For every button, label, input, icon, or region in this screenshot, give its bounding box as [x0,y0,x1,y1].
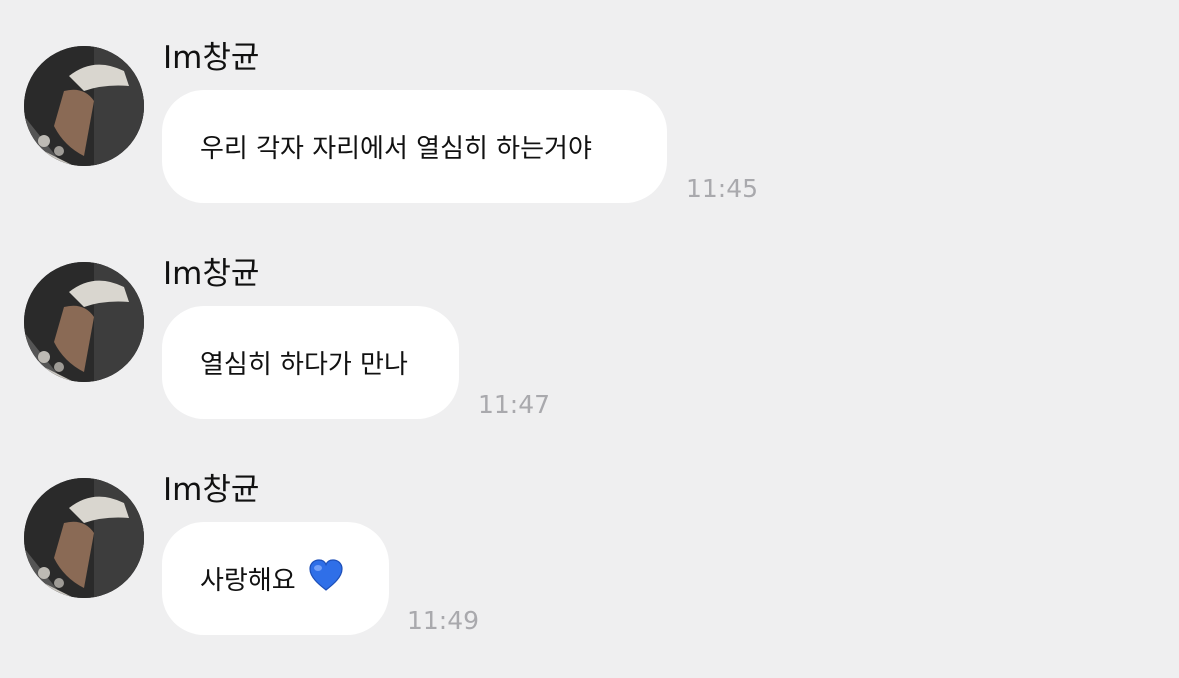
avatar[interactable] [24,262,144,382]
message-time: 11:47 [478,390,551,419]
message-bubble[interactable]: 사랑해요 [162,522,389,635]
message-row: Im창균 사랑해요 11:49 [0,472,1179,678]
message-bubble[interactable]: 열심히 하다가 만나 [162,306,459,419]
message-text: 우리 각자 자리에서 열심히 하는거야 [200,134,592,164]
message-row: Im창균 우리 각자 자리에서 열심히 하는거야 11:45 [0,40,1179,246]
avatar[interactable] [24,46,144,166]
message-row: Im창균 열심히 하다가 만나 11:47 [0,256,1179,462]
message-time: 11:45 [686,174,759,203]
sender-name: Im창균 [163,40,260,76]
message-bubble[interactable]: 우리 각자 자리에서 열심히 하는거야 [162,90,667,203]
message-text: 열심히 하다가 만나 [200,350,408,380]
message-time: 11:49 [407,606,480,635]
blue-heart-icon [308,558,344,599]
avatar[interactable] [24,478,144,598]
message-text: 사랑해요 [200,566,296,596]
sender-name: Im창균 [163,256,260,292]
chat-screen: { "messages": [ { "sender": "Im창균", "tex… [0,0,1179,661]
sender-name: Im창균 [163,472,260,508]
